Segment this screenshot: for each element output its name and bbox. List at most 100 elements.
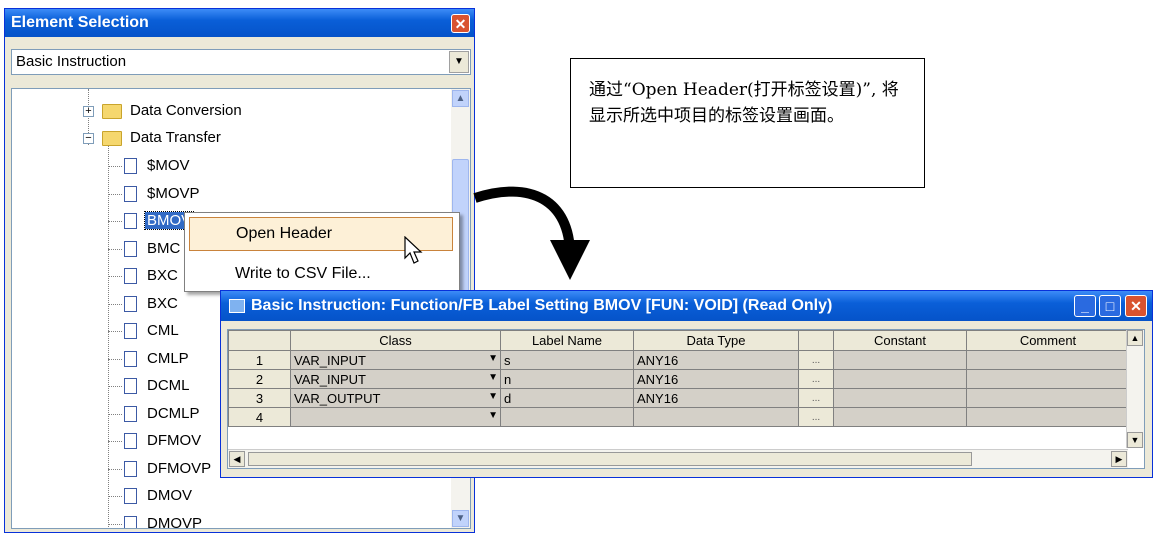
close-icon[interactable]: ✕: [451, 14, 470, 33]
column-header[interactable]: Comment: [966, 330, 1130, 351]
column-header[interactable]: Data Type: [633, 330, 799, 351]
tree-guide-line: [108, 386, 122, 387]
label-name-cell[interactable]: n: [500, 369, 634, 389]
maximize-icon[interactable]: □: [1099, 295, 1121, 317]
collapse-icon[interactable]: −: [83, 133, 94, 144]
label-setting-window: Basic Instruction: Function/FB Label Set…: [220, 290, 1153, 478]
tree-guide-line: [108, 496, 122, 497]
cell-text: ANY16: [637, 352, 679, 368]
label-table: Class Label Name Data Type Constant Comm…: [228, 330, 1130, 427]
tree-item[interactable]: DMOVP: [124, 512, 204, 528]
document-icon: [124, 213, 137, 230]
data-type-cell[interactable]: [633, 407, 799, 427]
table-row: 2 VAR_INPUT ▼ n ANY16...: [228, 369, 1130, 389]
row-number: 2: [228, 369, 291, 389]
constant-cell[interactable]: [833, 369, 967, 389]
comment-cell[interactable]: [966, 350, 1130, 370]
constant-cell[interactable]: [833, 407, 967, 427]
chevron-down-icon[interactable]: ▼: [488, 410, 498, 421]
tree-item[interactable]: CML: [124, 319, 181, 343]
column-header[interactable]: Label Name: [500, 330, 634, 351]
data-type-cell[interactable]: ANY16: [633, 369, 799, 389]
chevron-down-icon[interactable]: ▼: [449, 51, 469, 73]
scroll-down-icon[interactable]: ▼: [452, 510, 469, 527]
cell-text: ANY16: [637, 371, 679, 387]
close-icon[interactable]: ✕: [1125, 295, 1147, 317]
document-icon: [124, 488, 137, 505]
tree-item[interactable]: CMLP: [124, 347, 191, 371]
class-dropdown[interactable]: VAR_INPUT ▼: [290, 350, 501, 370]
comment-cell[interactable]: [966, 369, 1130, 389]
tree-guide-line: [108, 303, 122, 305]
column-header[interactable]: [798, 330, 834, 351]
column-header[interactable]: Class: [290, 330, 501, 351]
tree-folder-data-transfer[interactable]: Data Transfer: [102, 126, 223, 150]
tree-item[interactable]: BXC: [124, 292, 180, 316]
tree-item-label: $MOV: [147, 157, 190, 174]
scroll-up-icon[interactable]: ▲: [1127, 330, 1143, 346]
cell-text: 1: [255, 352, 264, 368]
tree-item[interactable]: DMOV: [124, 484, 194, 508]
cell-text: VAR_INPUT: [294, 371, 366, 387]
tree-guide-line: [108, 248, 122, 250]
label-grid[interactable]: Class Label Name Data Type Constant Comm…: [227, 329, 1145, 469]
cell-text: d: [504, 390, 512, 406]
constant-cell[interactable]: [833, 350, 967, 370]
label-setting-title: Basic Instruction: Function/FB Label Set…: [221, 291, 1152, 321]
scroll-left-icon[interactable]: ◀: [229, 451, 245, 467]
data-type-browse-button[interactable]: ...: [798, 369, 834, 389]
scroll-up-icon[interactable]: ▲: [452, 90, 469, 107]
constant-cell[interactable]: [833, 388, 967, 408]
label-name-cell[interactable]: [500, 407, 634, 427]
tree-guide-line: [108, 413, 122, 415]
minimize-icon[interactable]: _: [1074, 295, 1096, 317]
tree-folder-data-conversion[interactable]: Data Conversion: [102, 99, 244, 123]
tree-item[interactable]: BMC: [124, 237, 182, 261]
label-name-cell[interactable]: d: [500, 388, 634, 408]
class-dropdown[interactable]: VAR_INPUT ▼: [290, 369, 501, 389]
data-type-browse-button[interactable]: ...: [798, 388, 834, 408]
tree-item[interactable]: DCML: [124, 374, 192, 398]
tree-item[interactable]: BXC: [124, 264, 180, 288]
chevron-down-icon[interactable]: ▼: [488, 391, 498, 402]
tree-item[interactable]: $MOV: [124, 154, 192, 178]
scroll-down-icon[interactable]: ▼: [1127, 432, 1143, 448]
label-name-cell[interactable]: s: [500, 350, 634, 370]
cell-text: VAR_OUTPUT: [294, 390, 381, 406]
tree-guide-line: [108, 193, 122, 195]
expand-icon[interactable]: +: [83, 106, 94, 117]
instruction-type-combo[interactable]: Basic Instruction ▼: [11, 49, 471, 75]
data-type-browse-button[interactable]: ...: [798, 407, 834, 427]
tree-guide-line: [108, 221, 122, 222]
document-icon: [124, 295, 137, 312]
grid-horizontal-scrollbar[interactable]: ◀ ▶: [228, 449, 1128, 468]
tree-item[interactable]: DFMOV: [124, 429, 203, 453]
cell-text: VAR_INPUT: [294, 352, 366, 368]
column-header[interactable]: Constant: [833, 330, 967, 351]
data-type-cell[interactable]: ANY16: [633, 388, 799, 408]
row-number: 4: [228, 407, 291, 427]
tree-guide-line: [108, 441, 122, 442]
tree-item[interactable]: BMOV: [124, 209, 195, 233]
tree-item[interactable]: $MOVP: [124, 182, 202, 206]
class-dropdown[interactable]: ▼: [290, 407, 501, 427]
tree-item[interactable]: DCMLP: [124, 402, 202, 426]
tree-item-label: DCML: [147, 377, 190, 394]
data-type-cell[interactable]: ANY16: [633, 350, 799, 370]
folder-icon: [102, 130, 122, 146]
comment-cell[interactable]: [966, 407, 1130, 427]
document-icon: [124, 405, 137, 422]
cell-text: ...: [811, 392, 821, 404]
grid-vertical-scrollbar[interactable]: ▲ ▼: [1126, 330, 1144, 448]
class-dropdown[interactable]: VAR_OUTPUT ▼: [290, 388, 501, 408]
comment-cell[interactable]: [966, 388, 1130, 408]
chevron-down-icon[interactable]: ▼: [488, 353, 498, 364]
scroll-right-icon[interactable]: ▶: [1111, 451, 1127, 467]
document-icon: [124, 433, 137, 450]
data-type-browse-button[interactable]: ...: [798, 350, 834, 370]
tree-item-label: CML: [147, 322, 179, 339]
scrollbar-thumb[interactable]: [248, 452, 972, 466]
tree-item[interactable]: DFMOVP: [124, 457, 213, 481]
tree-item-label: DFMOV: [147, 432, 202, 449]
chevron-down-icon[interactable]: ▼: [488, 372, 498, 383]
